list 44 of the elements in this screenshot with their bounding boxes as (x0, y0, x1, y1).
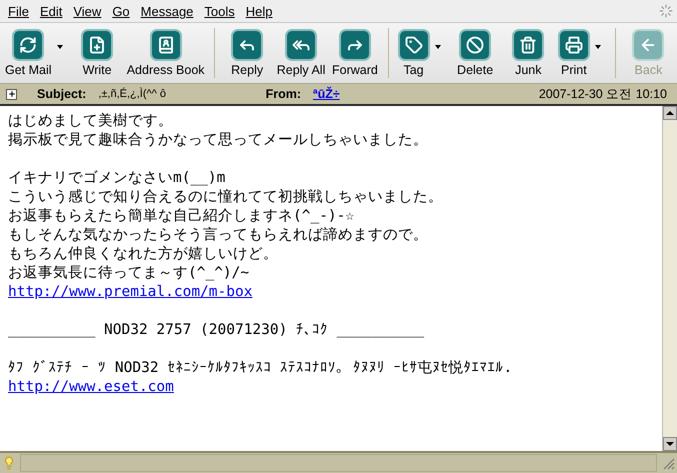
message-date: 2007-12-30 오전 10:10 (538, 86, 667, 102)
sender-link[interactable]: ªūŽ÷ (312, 87, 340, 101)
message-line: 掲示板で見て趣味合うかなって思ってメールしちゃいました。 (8, 131, 428, 150)
trash-icon (519, 36, 538, 54)
refresh-icon (19, 36, 38, 54)
lightbulb-icon (2, 456, 16, 470)
dropdown-caret-icon[interactable] (56, 45, 63, 49)
menu-item[interactable]: Edit (36, 4, 70, 18)
menu-item[interactable]: Message (136, 4, 200, 18)
hyperlink[interactable]: http://www.eset.com (8, 378, 174, 397)
message-line: もしそんな気なかったらそう言ってもらえれば諦めますので。 (8, 226, 428, 245)
toolbar-button[interactable]: Get Mail (2, 29, 55, 77)
scroll-up-button[interactable] (663, 106, 677, 120)
document-plus-icon (88, 36, 106, 54)
toolbar-button[interactable]: Forward (329, 29, 381, 77)
from-label: From: (266, 87, 301, 101)
expand-toggle[interactable] (6, 88, 17, 100)
no-entry-icon (466, 36, 484, 54)
dropdown-caret-icon[interactable] (594, 45, 601, 49)
message-line: __________ NOD32 2757 (20071230) ﾁ､ｺｸ __________ (8, 321, 424, 340)
hyperlink[interactable]: http://www.premial.com/m-box (8, 283, 252, 302)
subject-label: Subject: (37, 87, 86, 101)
toolbar-button[interactable]: Reply All (274, 29, 328, 77)
menu-item[interactable]: Tools (200, 4, 242, 18)
menu-item[interactable]: File (4, 4, 36, 18)
loading-spinner-icon (659, 4, 673, 18)
subject-text: ,±,ñ,É,¿,Ì(^^ ô (98, 88, 166, 100)
scroll-down-button[interactable] (663, 437, 677, 451)
address-book-icon (156, 36, 175, 54)
message-line: はじめまして美樹です。 (8, 112, 173, 131)
toolbar-button[interactable]: Address Book (124, 29, 208, 77)
message-line: もちろん仲良くなれた方が嬉しいけど。 (8, 245, 278, 264)
menu-item[interactable]: View (69, 4, 108, 18)
menu-item[interactable]: Go (108, 4, 137, 18)
tag-icon (404, 36, 423, 54)
menu-item[interactable]: Help (242, 4, 280, 18)
printer-icon (564, 36, 583, 54)
message-line: ﾀﾌ ｸﾞｽﾃﾁ ｰ ﾂ NOD32 ｾﾈﾆｼｰｹﾙﾀﾌｷｯｽｺ ｽﾃｽｺﾅﾛｿ｡ ﾀﾇﾇﾘ ｰﾋｻ屯ﾇｾ悦ﾀｴﾏｴﾙ. (8, 359, 512, 378)
message-line: イキナリでゴメンなさいm(__)m (8, 169, 226, 188)
message-line: お返事もらえたら簡単な自己紹介しますネ(^_-)-☆ (8, 207, 354, 226)
resize-grip-icon[interactable] (661, 456, 675, 470)
message-line: こういう感じで知り合えるのに憧れてて初挑戦しちゃいました。 (8, 188, 443, 207)
message-line: お返事気長に待ってま～す(^_^)/~ (8, 264, 250, 283)
dropdown-caret-icon[interactable] (434, 45, 441, 49)
